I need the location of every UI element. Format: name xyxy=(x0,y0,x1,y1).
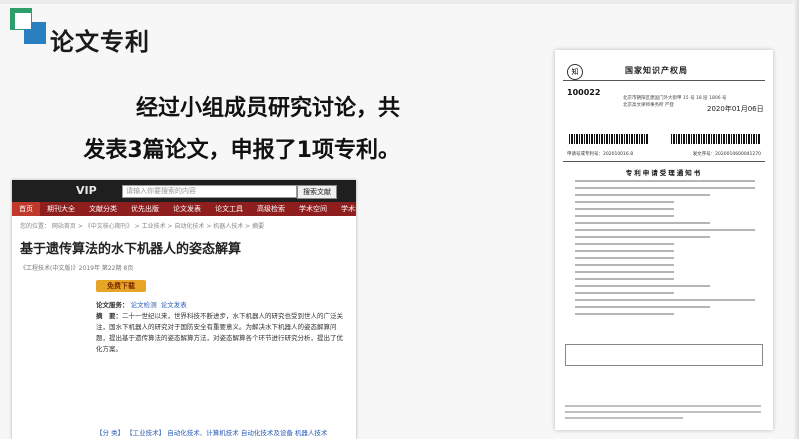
nav-item[interactable]: 高级检索 xyxy=(250,202,292,216)
agency-emblem-icon: 知 xyxy=(567,64,583,80)
address-line: 北京市朝阳区建国门外大街甲 15 号 18 层 1806 号 xyxy=(623,96,727,101)
web-nav: 首页 期刊大全 文献分类 优先出版 论文发表 论文工具 高级检索 学术空间 学术… xyxy=(12,202,356,216)
keyword-link[interactable]: 【工业技术】 xyxy=(126,429,165,437)
breadcrumb: 您的位置： 网站首页 > 《中文核心期刊》 > 工业技术 > 自动化技术 > 机… xyxy=(20,223,265,230)
id-row: 申请号或专利号：202010016.8 发文序号：202001060004127… xyxy=(567,151,761,157)
free-download-button[interactable]: 免费下载 xyxy=(96,280,146,292)
divider xyxy=(563,161,765,162)
service-link[interactable]: 论文发表 xyxy=(161,301,187,309)
nav-item[interactable]: 首页 xyxy=(12,202,40,216)
nav-item[interactable]: 期刊大全 xyxy=(40,202,82,216)
abstract-text: 二十一世纪以来，世界科技不断进步，水下机器人的研究也受到世人的广泛关注，国水下机… xyxy=(96,312,343,353)
nav-item[interactable]: 论文发表 xyxy=(166,202,208,216)
paper-title: 基于遗传算法的水下机器人的姿态解算 xyxy=(20,242,242,257)
footer-lines xyxy=(565,405,761,423)
edge-shadow xyxy=(793,0,799,439)
web-search-button[interactable]: 搜索文献 xyxy=(297,185,337,199)
post-number: 100022 xyxy=(567,88,601,97)
patent-notice-document: 知 国家知识产权局 100022 北京市朝阳区建国门外大街甲 15 号 18 层… xyxy=(555,50,773,430)
nav-item[interactable]: 论文工具 xyxy=(208,202,250,216)
slide: 论文专利 经过小组成员研究讨论，共 发表3篇论文，申报了1项专利。 VIP 请输… xyxy=(0,0,799,439)
top-border xyxy=(0,0,799,4)
keyword-links: 【分 类】 【工业技术】 自动化技术、计算机技术 自动化技术及设备 机器人技术 xyxy=(96,427,327,437)
document-serial: 发文序号：2020010600041270 xyxy=(692,152,761,157)
slide-title: 论文专利 xyxy=(50,28,150,56)
body-line-2: 发表3篇论文，申报了1项专利。 xyxy=(83,138,400,163)
web-header: VIP 请输入你要搜索的内容 搜索文献 xyxy=(12,180,356,202)
nav-item[interactable]: 学术空间 xyxy=(292,202,334,216)
slide-body: 经过小组成员研究讨论，共 发表3篇论文，申报了1项专利。 xyxy=(80,88,400,172)
web-search-input[interactable]: 请输入你要搜索的内容 xyxy=(122,185,297,198)
service-label: 论文服务： xyxy=(96,301,129,309)
keyword-link[interactable]: 机器人技术 xyxy=(295,429,328,437)
issue-date: 2020年01月06日 xyxy=(707,105,764,113)
application-number: 申请号或专利号：202010016.8 xyxy=(567,152,634,157)
document-body-lines xyxy=(575,180,755,320)
keywords-label: 【分 类】 xyxy=(96,429,125,437)
service-link[interactable]: 论文检测 xyxy=(131,301,157,309)
paper-webpage-screenshot: VIP 请输入你要搜索的内容 搜索文献 首页 期刊大全 文献分类 优先出版 论文… xyxy=(12,180,356,439)
nav-item[interactable]: 优先出版 xyxy=(124,202,166,216)
paper-meta: 《工程技术(中文版)》2019年 第22期 8页 xyxy=(20,265,134,272)
vip-logo: VIP xyxy=(76,184,97,197)
keyword-link[interactable]: 自动化技术及设备 xyxy=(241,429,293,437)
notice-box xyxy=(565,344,763,366)
abstract: 论文服务： 论文检测 论文发表 摘 要：二十一世纪以来，世界科技不断进步，水下机… xyxy=(12,292,356,355)
barcode-icon xyxy=(671,134,761,144)
abstract-label: 摘 要： xyxy=(96,312,122,320)
nav-item[interactable]: 文献分类 xyxy=(82,202,124,216)
barcode-icon xyxy=(569,134,649,144)
document-title: 专利申请受理通知书 xyxy=(625,169,703,177)
body-line-1: 经过小组成员研究讨论，共 xyxy=(135,96,400,121)
divider xyxy=(563,80,765,81)
keyword-link[interactable]: 自动化技术、计算机技术 xyxy=(167,429,239,437)
agency-name: 国家知识产权局 xyxy=(625,66,688,75)
nav-item[interactable]: 学术名刊 xyxy=(334,202,356,216)
slide-logo-icon xyxy=(10,8,46,44)
